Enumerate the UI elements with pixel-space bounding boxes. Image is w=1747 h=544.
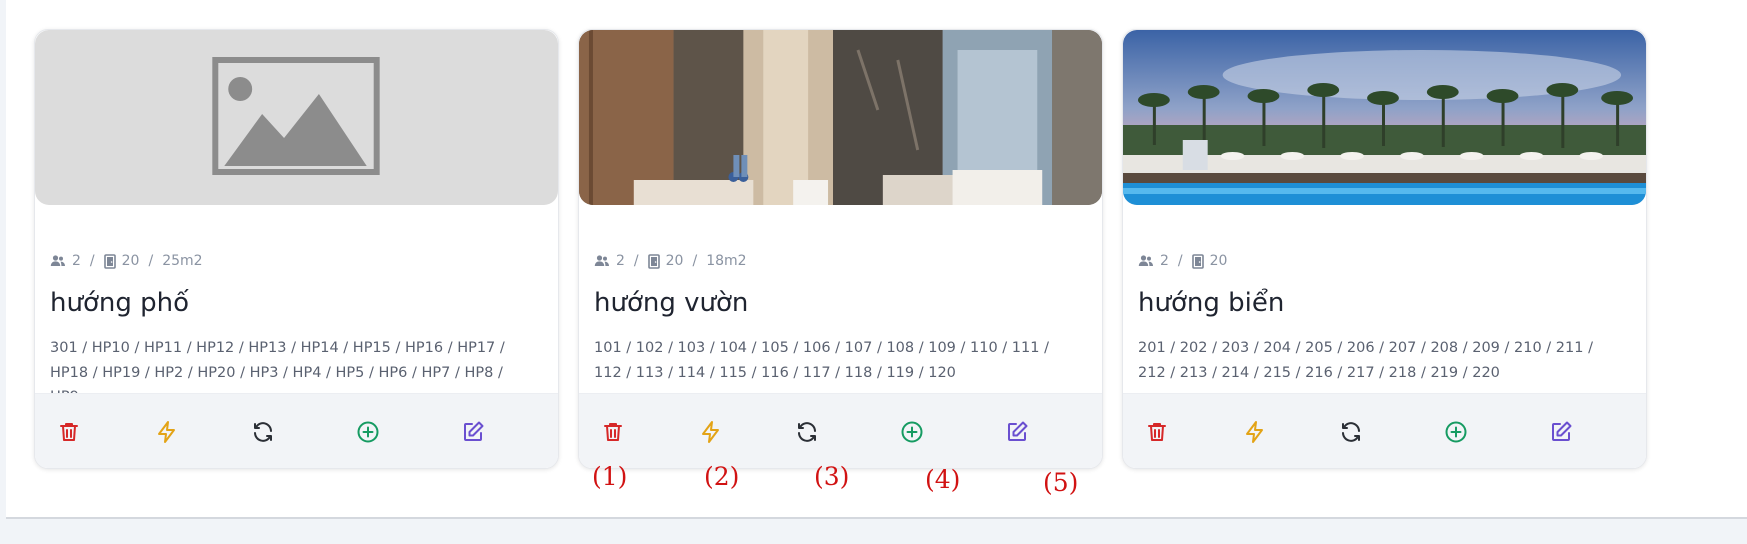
room-type-card: 2 / 20 / 25m2 hướng phố 301 / HP10 / HP1… (34, 29, 559, 469)
room-type-card: 2 / 20 hướng biển 201 / 202 / 203 / 204 … (1122, 29, 1647, 469)
delete-button[interactable] (53, 416, 85, 448)
plus-circle-icon (901, 421, 923, 443)
callout-label: (1) (592, 462, 628, 491)
refresh-button[interactable] (791, 416, 823, 448)
room-list: 101 / 102 / 103 / 104 / 105 / 106 / 107 … (594, 336, 1089, 385)
guest-count: 2 (72, 253, 81, 269)
room-area: 25m2 (162, 253, 203, 269)
add-button[interactable] (1440, 416, 1472, 448)
refresh-button[interactable] (1335, 416, 1367, 448)
delete-button[interactable] (1141, 416, 1173, 448)
edit-button[interactable] (1001, 416, 1033, 448)
quick-action-button[interactable] (695, 416, 727, 448)
room-list: 201 / 202 / 203 / 204 / 205 / 206 / 207 … (1138, 336, 1633, 385)
door-icon (1191, 253, 1204, 269)
guest-count: 2 (616, 253, 625, 269)
beach-photo (1123, 30, 1646, 205)
add-button[interactable] (352, 416, 384, 448)
room-area: 18m2 (706, 253, 747, 269)
trash-icon (1148, 423, 1166, 441)
card-actions (579, 393, 1102, 468)
trash-icon (60, 423, 78, 441)
plus-circle-icon (357, 421, 379, 443)
refresh-button[interactable] (247, 416, 279, 448)
room-list-line: 101 / 102 / 103 / 104 / 105 / 106 / 107 … (594, 340, 1049, 356)
lightning-icon (1246, 421, 1263, 443)
card-meta: 2 / 20 / 25m2 (50, 252, 203, 270)
callout-label: (3) (814, 462, 850, 491)
room-type-title: hướng vườn (594, 288, 749, 318)
card-meta: 2 / 20 (1138, 252, 1227, 270)
add-button[interactable] (896, 416, 928, 448)
room-list-line: 201 / 202 / 203 / 204 / 205 / 206 / 207 … (1138, 340, 1593, 356)
edit-icon (464, 421, 484, 441)
bathroom-photo (579, 30, 1102, 205)
room-types-panel: 2 / 20 / 25m2 hướng phố 301 / HP10 / HP1… (6, 0, 1747, 519)
room-count: 20 (665, 253, 684, 269)
room-list-line: 112 / 113 / 114 / 115 / 116 / 117 / 118 … (594, 364, 956, 381)
room-list-line: 301 / HP10 / HP11 / HP12 / HP13 / HP14 /… (50, 340, 505, 356)
room-type-title: hướng biển (1138, 288, 1285, 318)
lightning-icon (702, 421, 719, 443)
card-meta: 2 / 20 / 18m2 (594, 252, 747, 270)
callout-label: (2) (704, 462, 740, 491)
room-list-line: HP18 / HP19 / HP2 / HP20 / HP3 / HP4 / H… (50, 364, 503, 381)
refresh-icon (254, 422, 272, 442)
refresh-icon (798, 422, 816, 442)
door-icon (647, 253, 660, 269)
edit-icon (1552, 421, 1572, 441)
room-count: 20 (121, 253, 140, 269)
quick-action-button[interactable] (1239, 416, 1271, 448)
trash-icon (604, 423, 622, 441)
door-icon (103, 253, 116, 269)
quick-action-button[interactable] (151, 416, 183, 448)
callout-label: (5) (1043, 468, 1079, 497)
card-actions (35, 393, 558, 468)
callout-label: (4) (925, 465, 961, 494)
guest-count: 2 (1160, 253, 1169, 269)
lightning-icon (158, 421, 175, 443)
delete-button[interactable] (597, 416, 629, 448)
users-icon (594, 254, 610, 268)
users-icon (50, 254, 66, 268)
card-actions (1123, 393, 1646, 468)
edit-icon (1008, 421, 1028, 441)
placeholder-image (35, 30, 558, 205)
plus-circle-icon (1445, 421, 1467, 443)
room-count: 20 (1209, 253, 1228, 269)
refresh-icon (1342, 422, 1360, 442)
edit-button[interactable] (457, 416, 489, 448)
room-list-line: 212 / 213 / 214 / 215 / 216 / 217 / 218 … (1138, 364, 1500, 381)
edit-button[interactable] (1545, 416, 1577, 448)
room-type-title: hướng phố (50, 288, 190, 318)
room-type-card: 2 / 20 / 18m2 hướng vườn 101 / 102 / 103… (578, 29, 1103, 469)
users-icon (1138, 254, 1154, 268)
